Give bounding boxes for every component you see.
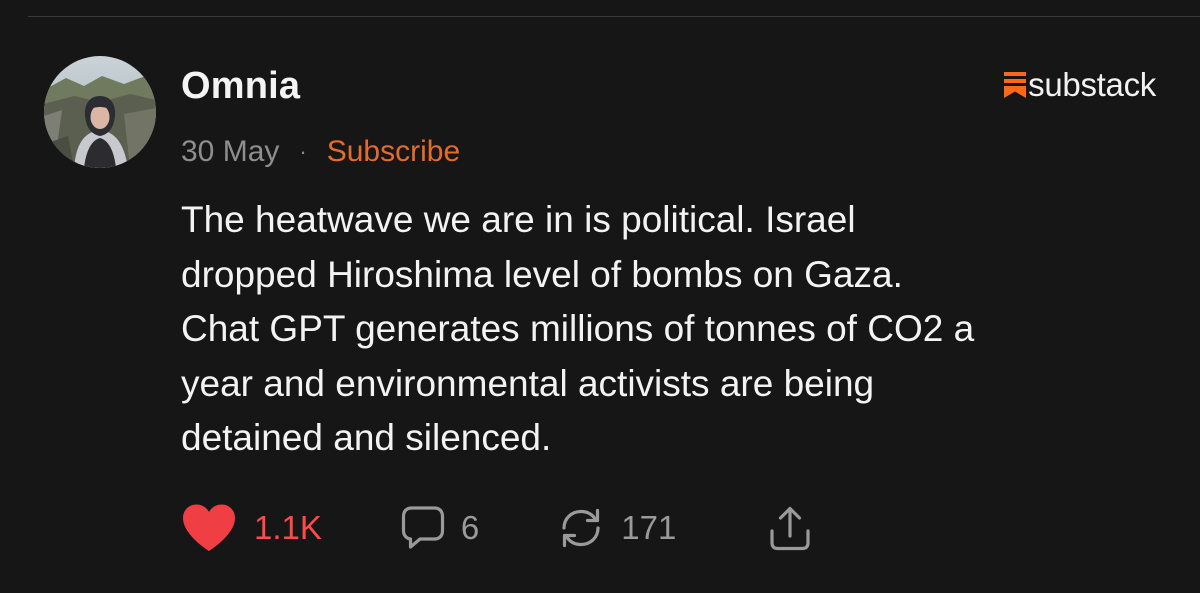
share-icon xyxy=(770,506,810,551)
substack-brand[interactable]: substack xyxy=(1004,66,1156,104)
post-body-line: year and environmental activists are bei… xyxy=(181,362,875,404)
brand-name: substack xyxy=(1028,66,1156,103)
avatar-image xyxy=(44,56,156,168)
share-button[interactable] xyxy=(768,504,812,552)
action-bar: 1.1K 6 171 xyxy=(181,500,812,556)
post-body-line: The heatwave we are in is political. Isr… xyxy=(181,199,856,240)
restack-count: 171 xyxy=(621,509,677,546)
post-date: 30 May xyxy=(181,135,280,168)
heart-icon xyxy=(183,504,235,551)
post-body-line: dropped Hiroshima level of bombs on Gaza… xyxy=(181,253,903,295)
meta-separator: · xyxy=(299,139,307,164)
comment-count: 6 xyxy=(460,509,480,546)
comment-button[interactable]: 6 xyxy=(401,505,479,551)
post-body-line: detained and silenced. xyxy=(181,417,552,458)
avatar[interactable] xyxy=(44,56,156,168)
restack-button[interactable]: 171 xyxy=(557,506,676,550)
restack-icon xyxy=(562,508,600,548)
subscribe-link[interactable]: Subscribe xyxy=(327,134,460,170)
post-body: The heatwave we are in is political. Isr… xyxy=(181,193,1181,466)
post-meta: 30 May · Subscribe xyxy=(181,134,460,170)
author-name[interactable]: Omnia xyxy=(181,63,300,109)
post-body-line: Chat GPT generates millions of tonnes of… xyxy=(181,308,975,349)
comment-icon xyxy=(401,506,444,549)
top-divider xyxy=(28,16,1200,17)
like-button[interactable]: 1.1K xyxy=(181,503,322,553)
like-count: 1.1K xyxy=(254,509,322,546)
substack-logo-icon xyxy=(1004,72,1027,98)
